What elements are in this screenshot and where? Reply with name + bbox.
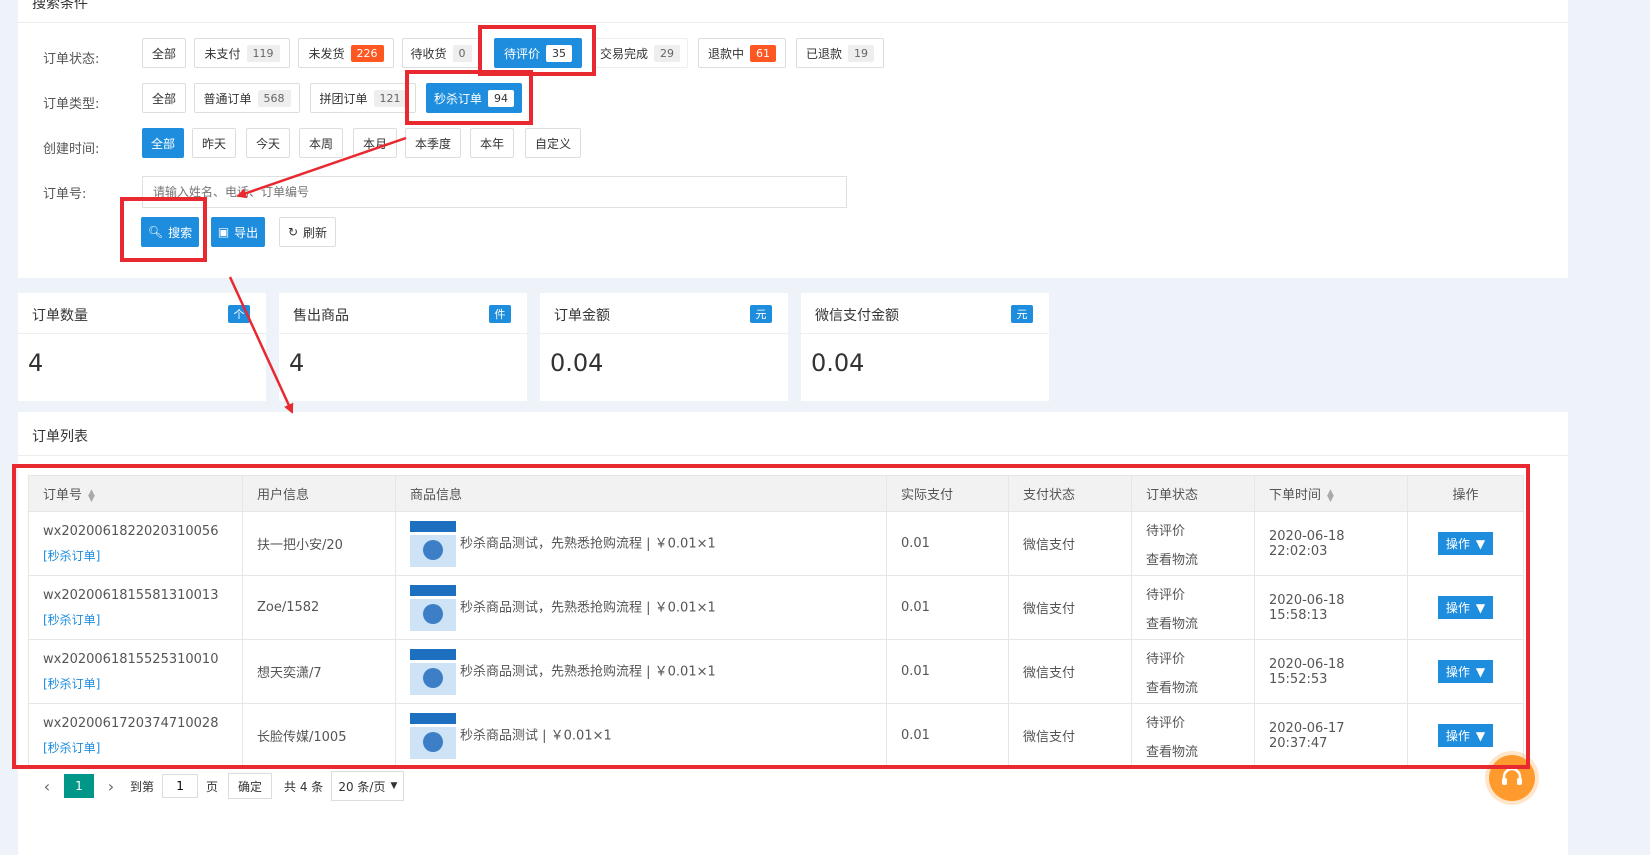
status-filter-unshipped[interactable]: 未发货 226 xyxy=(298,38,394,68)
filter-label: 未支付 xyxy=(204,46,241,61)
filter-label: 全部 xyxy=(150,136,175,151)
stat-title: 订单金额 xyxy=(554,308,610,324)
filter-label: 全部 xyxy=(151,91,176,106)
search-section-title: 搜索条件 xyxy=(32,0,88,12)
divider xyxy=(18,455,1568,456)
status-filter-all[interactable]: 全部 xyxy=(142,38,186,68)
order-type-label: 订单类型: xyxy=(43,97,100,112)
filter-label: 自定义 xyxy=(534,136,571,151)
refresh-button[interactable]: ↻ 刷新 xyxy=(279,217,336,247)
order-status-label: 订单状态: xyxy=(43,52,100,67)
order-list-title: 订单列表 xyxy=(32,429,88,445)
filter-count: 226 xyxy=(350,44,384,62)
total-count: 共 4 条 xyxy=(284,779,324,794)
filter-count: 29 xyxy=(654,44,680,62)
filter-count: 0 xyxy=(452,44,472,62)
annotation-box-to-review xyxy=(478,25,596,76)
stat-card-order-amount: 订单金额 元 0.04 xyxy=(540,293,788,401)
filter-label: 拼团订单 xyxy=(319,91,368,106)
divider xyxy=(18,333,266,334)
annotation-box-flash-sale xyxy=(405,70,533,125)
page-unit-label: 页 xyxy=(206,779,219,794)
stat-value: 0.04 xyxy=(550,349,604,377)
chevron-down-icon: ▼ xyxy=(390,781,398,791)
filter-label: 本季度 xyxy=(414,136,451,151)
filter-label: 本年 xyxy=(479,136,504,151)
stat-card-wechat-amount: 微信支付金额 元 0.04 xyxy=(801,293,1049,401)
status-filter-unpaid[interactable]: 未支付 119 xyxy=(194,38,290,68)
filter-label: 已退款 xyxy=(805,46,842,61)
stat-unit-badge: 个 xyxy=(228,305,250,323)
divider xyxy=(801,333,1049,334)
page-size-select[interactable]: 20 条/页 ▼ xyxy=(331,771,405,801)
stat-title: 售出商品 xyxy=(293,308,349,324)
filter-label: 待收货 xyxy=(410,46,447,61)
stat-card-order-count: 订单数量 个 4 xyxy=(18,293,266,401)
filter-label: 昨天 xyxy=(201,136,226,151)
status-filter-refunding[interactable]: 退款中 61 xyxy=(698,38,786,68)
filter-label: 本月 xyxy=(362,136,387,151)
filter-label: 今天 xyxy=(255,136,280,151)
annotation-box-order-table xyxy=(12,464,1530,769)
goto-label: 到第 xyxy=(130,779,155,794)
export-button[interactable]: ▣ 导出 xyxy=(211,217,265,247)
type-filter-group[interactable]: 拼团订单 121 xyxy=(310,83,416,113)
prev-page-icon[interactable]: ‹ xyxy=(36,777,58,796)
time-filter-month[interactable]: 本月 xyxy=(353,128,397,158)
save-icon: ▣ xyxy=(217,225,230,239)
divider xyxy=(540,333,788,334)
status-filter-to-receive[interactable]: 待收货 0 xyxy=(402,38,480,68)
type-filter-all[interactable]: 全部 xyxy=(142,83,186,113)
filter-label: 本周 xyxy=(308,136,333,151)
page-number-active[interactable]: 1 xyxy=(64,774,94,798)
divider xyxy=(279,333,527,334)
stat-value: 4 xyxy=(28,349,44,377)
stat-title: 订单数量 xyxy=(32,308,88,324)
created-time-label: 创建时间: xyxy=(43,142,100,157)
goto-page-input[interactable] xyxy=(162,774,199,798)
refresh-button-label: 刷新 xyxy=(303,225,328,240)
time-filter-yesterday[interactable]: 昨天 xyxy=(192,128,236,158)
time-filter-all[interactable]: 全部 xyxy=(142,128,184,158)
refresh-icon: ↻ xyxy=(287,225,299,239)
divider xyxy=(18,22,1568,23)
goto-confirm-button[interactable]: 确定 xyxy=(228,773,273,799)
next-page-icon[interactable]: › xyxy=(100,777,122,796)
time-filter-year[interactable]: 本年 xyxy=(470,128,514,158)
filter-count: 61 xyxy=(750,44,776,62)
time-filter-custom[interactable]: 自定义 xyxy=(525,128,581,158)
stat-card-items-sold: 售出商品 件 4 xyxy=(279,293,527,401)
stat-value: 0.04 xyxy=(811,349,865,377)
filter-label: 退款中 xyxy=(707,46,744,61)
stat-unit-badge: 元 xyxy=(1011,305,1033,323)
annotation-box-search xyxy=(120,197,207,262)
stat-unit-badge: 元 xyxy=(750,305,772,323)
stat-title: 微信支付金额 xyxy=(815,308,899,324)
filter-count: 121 xyxy=(373,89,407,107)
time-filter-week[interactable]: 本周 xyxy=(299,128,343,158)
filter-label: 交易完成 xyxy=(599,46,648,61)
time-filter-quarter[interactable]: 本季度 xyxy=(405,128,461,158)
time-filter-today[interactable]: 今天 xyxy=(246,128,290,158)
filter-count: 568 xyxy=(257,89,291,107)
filter-count: 19 xyxy=(848,44,874,62)
order-no-label: 订单号: xyxy=(43,187,87,202)
stat-unit-badge: 件 xyxy=(489,305,511,323)
type-filter-normal[interactable]: 普通订单 568 xyxy=(194,83,300,113)
filter-label: 全部 xyxy=(151,46,176,61)
order-no-input[interactable] xyxy=(142,176,847,208)
status-filter-completed[interactable]: 交易完成 29 xyxy=(592,38,688,68)
filter-label: 未发货 xyxy=(308,46,345,61)
status-filter-refunded[interactable]: 已退款 19 xyxy=(796,38,884,68)
filter-count: 119 xyxy=(246,44,280,62)
export-button-label: 导出 xyxy=(234,225,259,240)
stat-value: 4 xyxy=(289,349,305,377)
filter-label: 普通订单 xyxy=(203,91,252,106)
pagination: ‹ 1 › 到第 页 确定 共 4 条 20 条/页 ▼ xyxy=(36,771,405,801)
